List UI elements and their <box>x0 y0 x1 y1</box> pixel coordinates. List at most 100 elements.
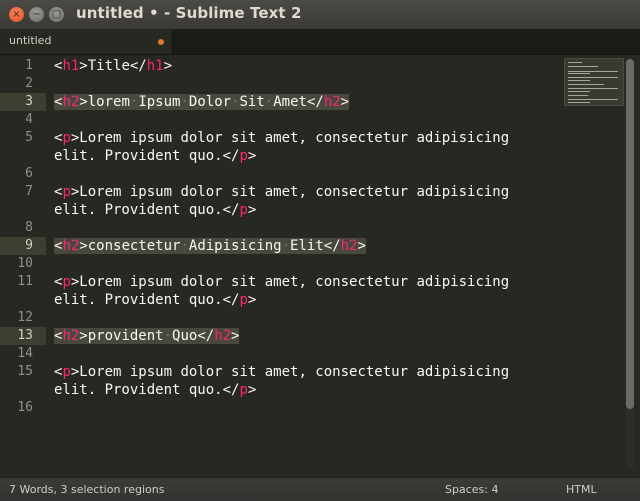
line-number: 12 <box>17 310 33 325</box>
text-token: elit. Provident quo.</ <box>54 292 240 308</box>
line-text[interactable]: <p>Lorem ipsum dolor sit amet, consectet… <box>54 184 509 200</box>
line-text[interactable]: <h1>Title</h1> <box>54 58 172 74</box>
tag-name-token: p <box>62 274 71 290</box>
text-token: > <box>247 202 257 218</box>
unsaved-dot-icon[interactable] <box>158 39 164 45</box>
code-line[interactable]: 12 <box>0 309 560 327</box>
text-token: elit. Provident quo.</ <box>54 148 240 164</box>
code-line[interactable]: 14 <box>0 345 560 363</box>
code-line[interactable]: 1 <h1>Title</h1> <box>0 57 560 75</box>
indentation-selector[interactable]: Spaces: 4 <box>445 483 498 496</box>
tag-name-token: p <box>239 202 248 218</box>
whitespace-dot: · <box>180 238 189 254</box>
syntax-selector[interactable]: HTML <box>566 483 597 496</box>
code-lines[interactable]: 1 <h1>Title</h1> 2 3 <h2>lorem·Ipsum·Dolor·S… <box>0 57 560 417</box>
text-token: Elit</ <box>290 238 341 254</box>
title-bar[interactable]: × − □ untitled • - Sublime Text 2 <box>0 0 640 30</box>
code-line[interactable]: 10 <box>0 255 560 273</box>
vertical-scrollbar[interactable] <box>626 59 634 469</box>
code-line[interactable]: elit. Provident quo.</p> <box>0 291 560 309</box>
tag-name-token: h2 <box>323 94 341 110</box>
tag-name-token: p <box>62 184 71 200</box>
text-token: > <box>247 292 257 308</box>
line-number: 8 <box>25 220 33 235</box>
line-number: 4 <box>25 112 33 127</box>
selection-region[interactable]: <h2>consectetur·Adipisicing·Elit</h2> <box>54 238 366 254</box>
line-text[interactable]: elit. Provident quo.</p> <box>54 292 256 308</box>
text-token: elit. Provident quo.</ <box>54 382 240 398</box>
minimap-line <box>568 79 590 81</box>
code-line[interactable]: 9 <h2>consectetur·Adipisicing·Elit</h2> <box>0 237 560 255</box>
line-text[interactable]: <p>Lorem ipsum dolor sit amet, consectet… <box>54 364 509 380</box>
line-text[interactable]: <h2>provident·Quo</h2> <box>54 328 240 344</box>
text-token: > <box>340 94 350 110</box>
minimap-line <box>568 99 618 101</box>
line-number: 3 <box>25 94 33 109</box>
selection-region[interactable]: <h2>lorem·Ipsum·Dolor·Sit·Amet</h2> <box>54 94 350 110</box>
line-number: 5 <box>25 130 33 145</box>
code-line[interactable]: 2 <box>0 75 560 93</box>
tag-name-token: p <box>62 364 71 380</box>
line-text[interactable]: <p>Lorem ipsum dolor sit amet, consectet… <box>54 130 509 146</box>
code-line[interactable]: elit. Provident quo.</p> <box>0 381 560 399</box>
code-line[interactable]: 8 <box>0 219 560 237</box>
minimap-line <box>568 90 590 92</box>
whitespace-dot: · <box>281 238 291 254</box>
text-token: >Lorem ipsum dolor sit amet, consectetur… <box>70 364 510 380</box>
tag-name-token: h1 <box>62 58 80 74</box>
maximize-icon[interactable]: □ <box>49 7 64 22</box>
line-text[interactable]: elit. Provident quo.</p> <box>54 202 256 218</box>
tag-name-token: h2 <box>62 238 80 254</box>
line-number: 2 <box>25 76 33 91</box>
whitespace-dot: · <box>163 328 173 344</box>
scrollbar-thumb[interactable] <box>626 59 634 409</box>
line-number: 7 <box>25 184 33 199</box>
line-number: 9 <box>25 238 33 253</box>
minimap-line <box>568 101 590 103</box>
line-text[interactable]: <h2>consectetur·Adipisicing·Elit</h2> <box>54 238 366 254</box>
code-line[interactable]: elit. Provident quo.</p> <box>0 147 560 165</box>
code-line[interactable]: 15 <p>Lorem ipsum dolor sit amet, consect… <box>0 363 560 381</box>
text-token: Ipsum <box>138 94 181 110</box>
line-text[interactable]: elit. Provident quo.</p> <box>54 148 256 164</box>
window-title: untitled • - Sublime Text 2 <box>76 4 302 22</box>
minimize-icon[interactable]: − <box>29 7 44 22</box>
status-bar: 7 Words, 3 selection regions Spaces: 4 H… <box>0 477 640 501</box>
line-number: 16 <box>17 400 33 415</box>
minimap[interactable] <box>564 58 624 106</box>
whitespace-dot: · <box>231 94 240 110</box>
code-line[interactable]: elit. Provident quo.</p> <box>0 201 560 219</box>
minimap-line <box>568 73 590 74</box>
editor-area[interactable]: 1 <h1>Title</h1> 2 3 <h2>lorem·Ipsum·Dolor·S… <box>0 55 640 477</box>
tag-name-token: h2 <box>214 328 232 344</box>
tag-name-token: h2 <box>62 94 80 110</box>
tag-name-token: h2 <box>62 328 80 344</box>
code-line[interactable]: 11 <p>Lorem ipsum dolor sit amet, consect… <box>0 273 560 291</box>
code-line[interactable]: 16 <box>0 399 560 417</box>
line-text[interactable]: <p>Lorem ipsum dolor sit amet, consectet… <box>54 274 509 290</box>
line-number: 6 <box>25 166 33 181</box>
text-token: Amet</ <box>273 94 324 110</box>
text-token: >consectetur <box>79 238 181 254</box>
selection-region[interactable]: <h2>provident·Quo</h2> <box>54 328 240 344</box>
tag-name-token: h2 <box>340 238 358 254</box>
code-line[interactable]: 4 <box>0 111 560 129</box>
close-icon[interactable]: × <box>9 7 24 22</box>
minimap-line <box>568 88 618 90</box>
text-token: Dolor <box>188 94 232 110</box>
line-text[interactable]: elit. Provident quo.</p> <box>54 382 256 398</box>
code-line[interactable]: 5 <p>Lorem ipsum dolor sit amet, consecte… <box>0 129 560 147</box>
minimap-line <box>568 77 618 79</box>
text-token: elit. Provident quo.</ <box>54 202 240 218</box>
code-line[interactable]: 13 <h2>provident·Quo</h2> <box>0 327 560 345</box>
minimap-line <box>568 66 598 68</box>
code-line[interactable]: 6 <box>0 165 560 183</box>
code-line[interactable]: 3 <h2>lorem·Ipsum·Dolor·Sit·Amet</h2> <box>0 93 560 111</box>
tab-bar: untitled <box>0 29 640 55</box>
minimap-line <box>568 95 588 96</box>
line-text[interactable]: <h2>lorem·Ipsum·Dolor·Sit·Amet</h2> <box>54 94 350 110</box>
tab-untitled[interactable]: untitled <box>0 29 173 54</box>
code-line[interactable]: 7 <p>Lorem ipsum dolor sit amet, consecte… <box>0 183 560 201</box>
whitespace-dot: · <box>180 94 189 110</box>
text-token: > <box>247 382 257 398</box>
